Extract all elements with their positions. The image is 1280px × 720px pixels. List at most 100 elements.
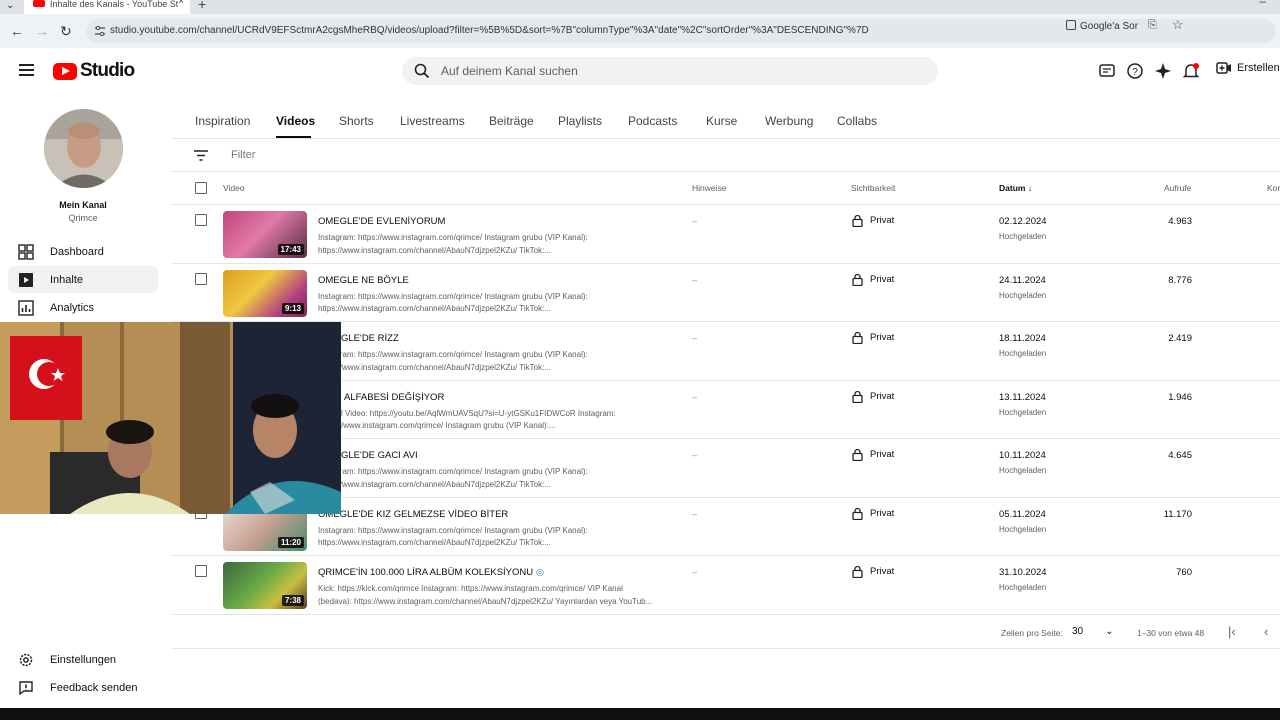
video-duration: 9:13 — [281, 302, 304, 314]
bookmark-star-icon[interactable]: ☆ — [1172, 17, 1184, 33]
site-settings-icon[interactable] — [94, 25, 106, 37]
row-checkbox[interactable] — [195, 565, 207, 577]
video-thumbnail[interactable]: 7:38 — [223, 562, 307, 609]
visibility-dropdown[interactable]: Privat — [852, 448, 894, 461]
video-title[interactable]: QRIMCE'İN 100.000 LİRA ALBÜM KOLEKSİYONU… — [318, 567, 544, 578]
channel-name: Qrimce — [68, 213, 98, 223]
visibility-label: Privat — [870, 332, 895, 343]
tab-shorts[interactable]: Shorts — [339, 114, 374, 128]
visibility-label: Privat — [870, 566, 895, 577]
video-views: 2.419 — [1168, 333, 1192, 344]
page-range: 1–30 von etwa 48 — [1137, 628, 1205, 638]
rows-per-page-value: 30 — [1072, 626, 1084, 637]
video-thumbnail[interactable]: 9:13 — [223, 269, 307, 317]
menu-icon[interactable] — [19, 64, 34, 76]
help-icon[interactable]: ? — [1126, 62, 1144, 80]
table-header: Video Hinweise Sichtbarkeit Datum ↓ Aufr… — [172, 172, 1280, 205]
close-tab-icon[interactable]: × — [178, 0, 184, 7]
video-description: Instagram: https://www.instagram.com/qri… — [318, 467, 588, 489]
tab-courses[interactable]: Kurse — [706, 114, 737, 128]
tab-podcasts[interactable]: Podcasts — [628, 114, 677, 128]
video-views: 4.645 — [1168, 450, 1192, 461]
new-tab-icon[interactable]: + — [198, 0, 206, 12]
back-icon[interactable]: ← — [10, 23, 24, 39]
gear-icon — [19, 653, 33, 666]
video-title[interactable]: GLE'DE GACI AVI — [341, 450, 418, 461]
lock-icon — [852, 214, 863, 227]
video-title[interactable]: GLE'DE RİZZ — [341, 333, 399, 344]
filter-input[interactable]: Filter — [231, 149, 255, 161]
video-views: 8.776 — [1168, 274, 1192, 286]
video-views: 760 — [1176, 567, 1192, 578]
my-channel-label: Mein Kanal — [59, 200, 107, 210]
channel-avatar[interactable] — [44, 109, 123, 188]
browser-tab[interactable]: Inhalte des Kanals - YouTube St × — [24, 0, 190, 14]
video-status: Hochgeladen — [999, 290, 1047, 300]
video-duration: 17:43 — [277, 244, 304, 255]
sidebar-item-dashboard[interactable]: Dashboard — [8, 238, 158, 265]
minimize-icon[interactable]: – — [1259, 0, 1266, 8]
table-row[interactable]: 17:43 OMEGLE'DE EVLENİYORUM Instagram: h… — [172, 205, 1280, 264]
tab-livestreams[interactable]: Livestreams — [400, 114, 465, 128]
messages-icon[interactable] — [1098, 62, 1116, 80]
google-lens-button[interactable]: Google'a Sor — [1066, 20, 1138, 32]
previous-page-icon[interactable]: ‹ — [1264, 624, 1268, 639]
reload-icon[interactable]: ↻ — [60, 23, 72, 40]
logo-text: Studio — [80, 60, 135, 81]
notifications-icon[interactable] — [1182, 62, 1200, 80]
video-description: Kick: https://kick.com/qrimce Instagram:… — [318, 584, 653, 606]
lens-icon — [1066, 20, 1076, 30]
first-page-icon[interactable]: |‹ — [1228, 624, 1236, 639]
video-hint: – — [692, 333, 698, 343]
sidebar-item-analytics[interactable]: Analytics — [8, 294, 158, 321]
sidebar-item-settings[interactable]: Einstellungen — [8, 646, 158, 673]
sidebar-item-label: Feedback senden — [50, 681, 138, 694]
column-comments: Kor — [1267, 183, 1280, 193]
video-status: Hochgeladen — [999, 349, 1047, 358]
studio-logo[interactable]: Studio — [53, 60, 135, 82]
visibility-dropdown[interactable]: Privat — [852, 390, 894, 403]
visibility-dropdown[interactable]: Privat — [852, 565, 894, 578]
video-title[interactable]: OMEGLE'DE EVLENİYORUM — [318, 216, 445, 227]
column-date-label: Datum — [999, 183, 1026, 193]
video-title[interactable]: OMEGLE NE BÖYLE — [318, 275, 409, 286]
tab-collabs[interactable]: Collabs — [837, 114, 877, 128]
video-title[interactable]: OMEGLE'DE KIZ GELMEZSE VİDEO BİTER — [318, 509, 508, 520]
video-title[interactable]: ALFABESİ DEĞİŞİYOR — [344, 392, 444, 403]
visibility-dropdown[interactable]: Privat — [852, 507, 894, 520]
tab-posts[interactable]: Beiträge — [489, 114, 534, 128]
tab-promotions[interactable]: Werbung — [765, 114, 813, 128]
tab-videos[interactable]: Videos — [276, 114, 315, 128]
forward-icon[interactable]: → — [35, 23, 49, 39]
select-all-checkbox[interactable] — [195, 182, 207, 194]
column-video: Video — [223, 183, 245, 193]
rows-per-page-select[interactable]: 30 ⌄ — [1072, 626, 1114, 637]
visibility-dropdown[interactable]: Privat — [852, 331, 894, 344]
filter-bar[interactable]: Filter — [172, 139, 1280, 172]
video-hint: – — [692, 567, 698, 577]
create-button[interactable]: Erstellen — [1216, 61, 1280, 75]
row-checkbox[interactable] — [195, 272, 207, 285]
tab-search-icon[interactable]: ⌄ — [6, 0, 14, 11]
filter-icon[interactable] — [194, 150, 208, 161]
browser-tab-title: Inhalte des Kanals - YouTube St — [50, 0, 179, 9]
sidebar-item-feedback[interactable]: Feedback senden — [8, 674, 158, 701]
video-date: 31.10.2024 — [999, 567, 1047, 578]
translate-icon[interactable]: ⎘ — [1148, 19, 1157, 32]
studio-header: Studio Auf deinem Kanal suchen ? Erstell… — [0, 48, 1280, 93]
visibility-dropdown[interactable]: Privat — [852, 273, 894, 286]
channel-search[interactable]: Auf deinem Kanal suchen — [402, 57, 938, 85]
google-lens-label: Google'a Sor — [1080, 21, 1139, 32]
video-thumbnail[interactable]: 17:43 — [223, 211, 307, 258]
tab-inspiration[interactable]: Inspiration — [195, 114, 250, 128]
table-row[interactable]: 7:38 QRIMCE'İN 100.000 LİRA ALBÜM KOLEKS… — [172, 556, 1280, 615]
sidebar-item-content[interactable]: Inhalte — [8, 266, 158, 293]
video-description: Instagram: https://www.instagram.com/qri… — [318, 233, 588, 255]
column-date[interactable]: Datum ↓ — [999, 183, 1032, 193]
sparkle-icon[interactable] — [1154, 62, 1172, 80]
tab-playlists[interactable]: Playlists — [558, 114, 602, 128]
video-description: l Video: https://youtu.be/AqlWmUAVSqU?si… — [341, 408, 616, 431]
row-checkbox[interactable] — [195, 214, 207, 226]
table-row[interactable]: 9:13 OMEGLE NE BÖYLE Instagram: https://… — [172, 264, 1280, 322]
visibility-dropdown[interactable]: Privat — [852, 214, 894, 227]
